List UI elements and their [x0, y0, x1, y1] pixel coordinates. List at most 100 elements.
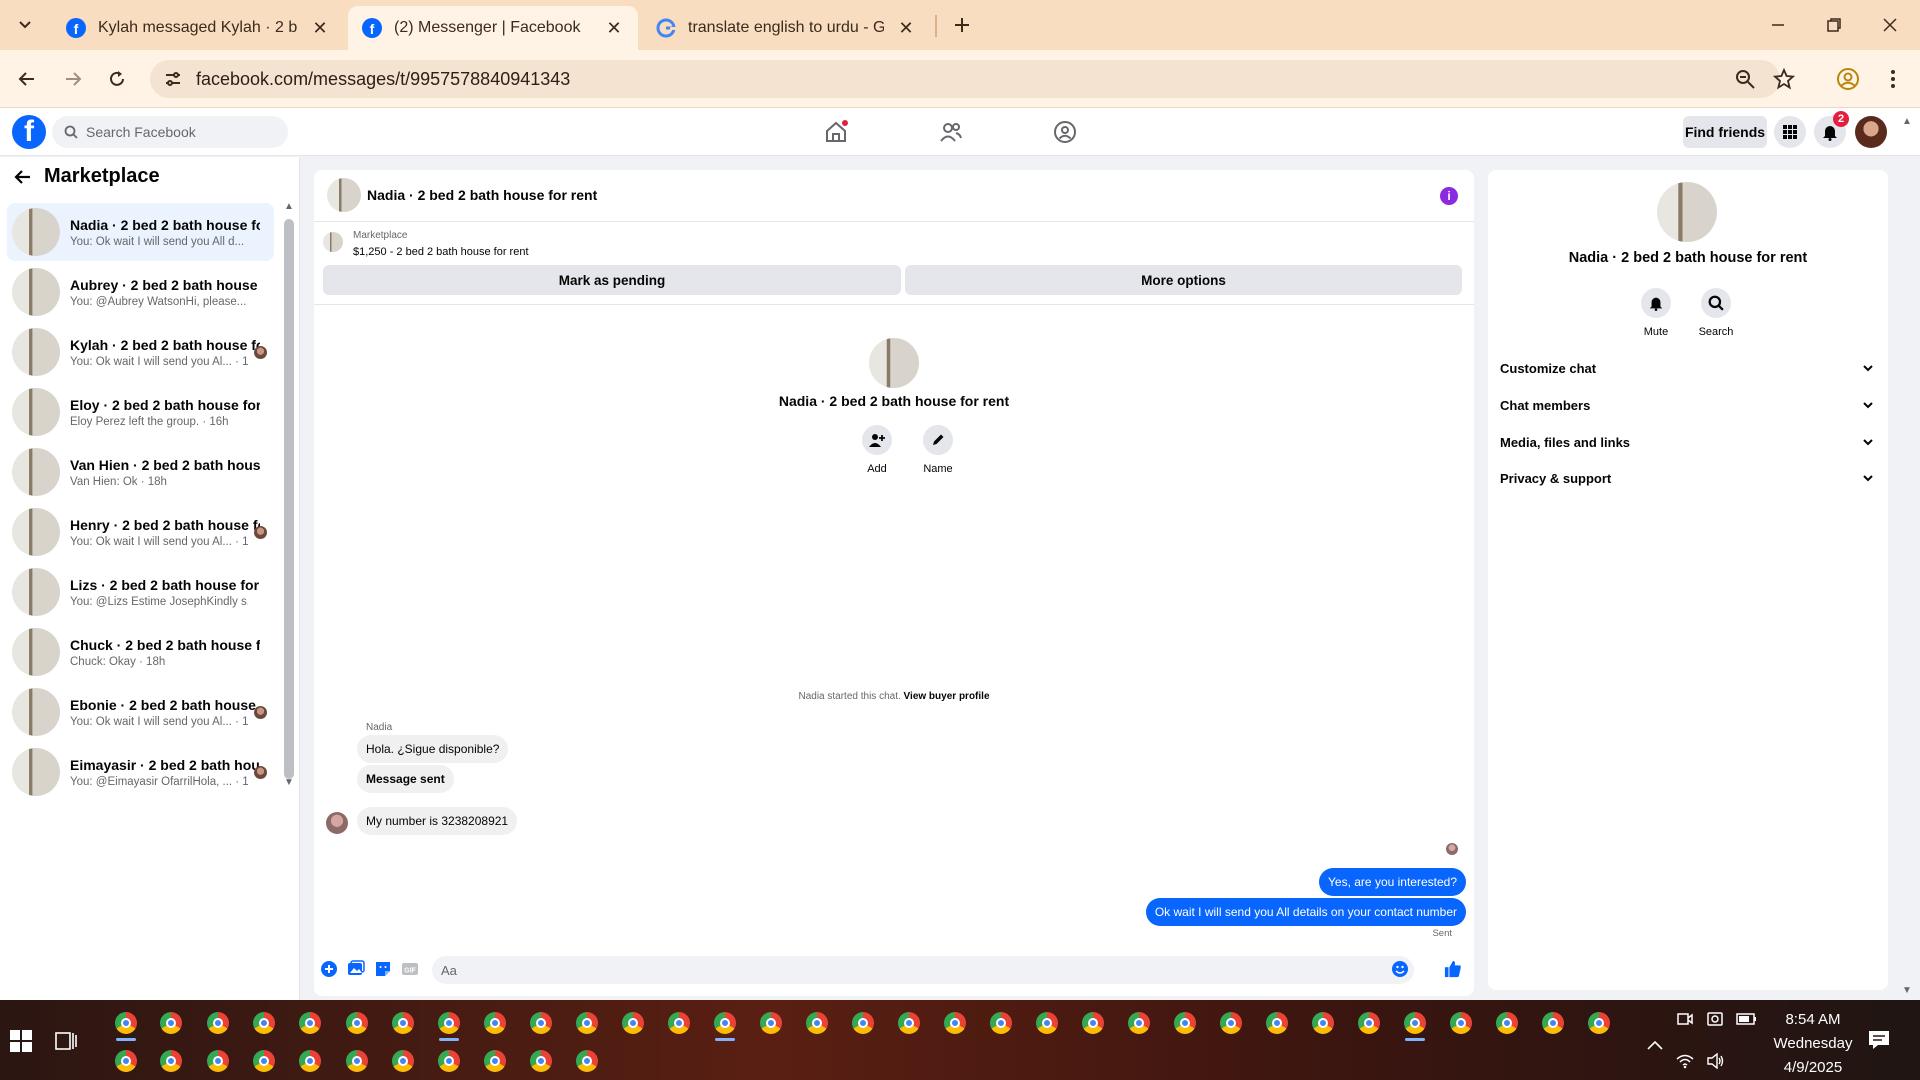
chrome-taskbar-icon[interactable] [1496, 1012, 1518, 1034]
profile-icon[interactable] [1836, 67, 1860, 91]
back-arrow-icon[interactable] [14, 168, 32, 186]
groups-nav-button[interactable] [1050, 118, 1080, 146]
chrome-taskbar-icon[interactable] [253, 1050, 275, 1072]
conversation-item[interactable]: Eloy · 2 bed 2 bath house for rent Eloy P… [7, 383, 274, 441]
address-bar[interactable]: facebook.com/messages/t/9957578840941343 [150, 60, 1780, 98]
system-clock[interactable]: 8:54 AM Wednesday 4/9/2025 [1758, 1008, 1868, 1080]
meet-now-icon[interactable] [1676, 1010, 1694, 1028]
chrome-taskbar-icon[interactable] [438, 1012, 460, 1034]
more-options-button[interactable]: More options [905, 265, 1462, 295]
zoom-icon[interactable] [1734, 68, 1756, 90]
close-tab-icon[interactable]: ✕ [310, 18, 330, 39]
facebook-search-input[interactable]: Search Facebook [52, 116, 288, 148]
forward-button[interactable] [56, 62, 90, 96]
sender-avatar[interactable] [326, 812, 348, 834]
conversation-item[interactable]: Chuck · 2 bed 2 bath house for rent Chuck… [7, 623, 274, 681]
find-friends-button[interactable]: Find friends [1683, 116, 1767, 148]
notification-center-icon[interactable] [1868, 1030, 1890, 1050]
chrome-taskbar-icon[interactable] [1174, 1012, 1196, 1034]
conversation-item[interactable]: Ebonie · 2 bed 2 bath house for rent You:… [7, 683, 274, 741]
chrome-taskbar-icon[interactable] [392, 1050, 414, 1072]
chrome-taskbar-icon[interactable] [160, 1012, 182, 1034]
edit-name-button[interactable]: Name [910, 425, 966, 475]
chrome-taskbar-icon[interactable] [1358, 1012, 1380, 1034]
battery-icon[interactable] [1736, 1012, 1758, 1026]
chrome-taskbar-icon[interactable] [1036, 1012, 1058, 1034]
page-scroll-up-arrow-icon[interactable]: ▲ [1902, 116, 1912, 127]
chrome-taskbar-icon[interactable] [160, 1050, 182, 1072]
wifi-icon[interactable] [1676, 1053, 1694, 1069]
listing-title[interactable]: $1,250 - 2 bed 2 bath house for rent [353, 246, 529, 258]
conversation-item[interactable]: Van Hien · 2 bed 2 bath house for rent Va… [7, 443, 274, 501]
chrome-taskbar-icon[interactable] [484, 1050, 506, 1072]
view-buyer-profile-link[interactable]: View buyer profile [904, 691, 990, 702]
add-people-button[interactable]: Add [849, 425, 905, 475]
new-tab-button[interactable] [947, 10, 977, 40]
thumbs-up-icon[interactable] [1444, 960, 1462, 978]
mark-as-pending-button[interactable]: Mark as pending [323, 265, 901, 295]
chat-members-section[interactable]: Chat members [1500, 390, 1874, 420]
chrome-taskbar-icon[interactable] [253, 1012, 275, 1034]
chrome-taskbar-icon[interactable] [852, 1012, 874, 1034]
close-tab-icon[interactable]: ✕ [604, 18, 624, 39]
chrome-taskbar-icon[interactable] [806, 1012, 828, 1034]
customize-chat-section[interactable]: Customize chat [1500, 353, 1874, 383]
plus-circle-icon[interactable] [320, 960, 338, 978]
conversation-list-scrollbar[interactable] [284, 219, 294, 779]
search-in-chat-button[interactable]: Search [1686, 288, 1746, 338]
browser-tab-messenger[interactable]: f (2) Messenger | Facebook ✕ [348, 6, 638, 50]
browser-tab-kylah[interactable]: f Kylah messaged Kylah · 2 bed 2 ✕ [52, 6, 344, 50]
chrome-taskbar-icon[interactable] [990, 1012, 1012, 1034]
chrome-taskbar-icon[interactable] [346, 1050, 368, 1072]
bookmark-star-icon[interactable] [1773, 68, 1795, 90]
close-tab-icon[interactable]: ✕ [896, 18, 916, 39]
windows-start-icon[interactable] [10, 1030, 32, 1052]
photo-icon[interactable] [347, 960, 365, 978]
chrome-taskbar-icon[interactable] [392, 1012, 414, 1034]
scroll-up-arrow-icon[interactable]: ▲ [284, 201, 294, 212]
privacy-support-section[interactable]: Privacy & support [1500, 463, 1874, 493]
kebab-menu-icon[interactable] [1884, 67, 1902, 91]
account-avatar[interactable] [1855, 116, 1887, 148]
page-scroll-down-arrow-icon[interactable]: ▼ [1902, 985, 1912, 996]
chrome-taskbar-icon[interactable] [1266, 1012, 1288, 1034]
conversation-item[interactable]: Lizs · 2 bed 2 bath house for rent You: @… [7, 563, 274, 621]
chat-title[interactable]: Nadia · 2 bed 2 bath house for rent [367, 187, 597, 203]
conversation-item[interactable]: Kylah · 2 bed 2 bath house for rent You: … [7, 323, 274, 381]
outgoing-message[interactable]: Yes, are you interested? [1319, 868, 1466, 896]
listing-thumbnail[interactable] [323, 232, 343, 252]
conversation-item[interactable]: Aubrey · 2 bed 2 bath house for rent You:… [7, 263, 274, 321]
incoming-message[interactable]: My number is 3238208921 [357, 807, 518, 835]
chrome-taskbar-icon[interactable] [1220, 1012, 1242, 1034]
close-window-button[interactable] [1862, 0, 1918, 50]
emoji-icon[interactable] [1391, 960, 1409, 978]
sticker-icon[interactable] [374, 960, 392, 978]
chrome-taskbar-icon[interactable] [576, 1012, 598, 1034]
chrome-taskbar-icon[interactable] [115, 1050, 137, 1072]
chrome-taskbar-icon[interactable] [438, 1050, 460, 1072]
tab-search-button[interactable] [9, 9, 41, 41]
facebook-logo[interactable]: f [12, 115, 46, 149]
volume-icon[interactable] [1706, 1053, 1724, 1069]
chrome-taskbar-icon[interactable] [714, 1012, 736, 1034]
scroll-down-arrow-icon[interactable]: ▼ [284, 777, 294, 788]
back-button[interactable] [10, 62, 44, 96]
chrome-taskbar-icon[interactable] [944, 1012, 966, 1034]
incoming-message[interactable]: Hola. ¿Sigue disponible? [357, 735, 509, 763]
mute-button[interactable]: Mute [1626, 288, 1686, 338]
chrome-taskbar-icon[interactable] [760, 1012, 782, 1034]
chrome-taskbar-icon[interactable] [1588, 1012, 1610, 1034]
chrome-taskbar-icon[interactable] [299, 1050, 321, 1072]
chat-avatar[interactable] [327, 178, 361, 212]
chrome-taskbar-icon[interactable] [530, 1050, 552, 1072]
friends-nav-button[interactable] [936, 118, 966, 146]
minimize-button[interactable] [1750, 0, 1806, 50]
restore-button[interactable] [1806, 0, 1862, 50]
chrome-taskbar-icon[interactable] [346, 1012, 368, 1034]
menu-button[interactable] [1774, 116, 1806, 148]
chrome-taskbar-icon[interactable] [1312, 1012, 1334, 1034]
conversation-item[interactable]: Nadia · 2 bed 2 bath house for rent You: … [7, 203, 274, 261]
chrome-taskbar-icon[interactable] [1450, 1012, 1472, 1034]
chrome-taskbar-icon[interactable] [668, 1012, 690, 1034]
conversation-item[interactable]: Eimayasir · 2 bed 2 bath house for rent Y… [7, 743, 274, 801]
